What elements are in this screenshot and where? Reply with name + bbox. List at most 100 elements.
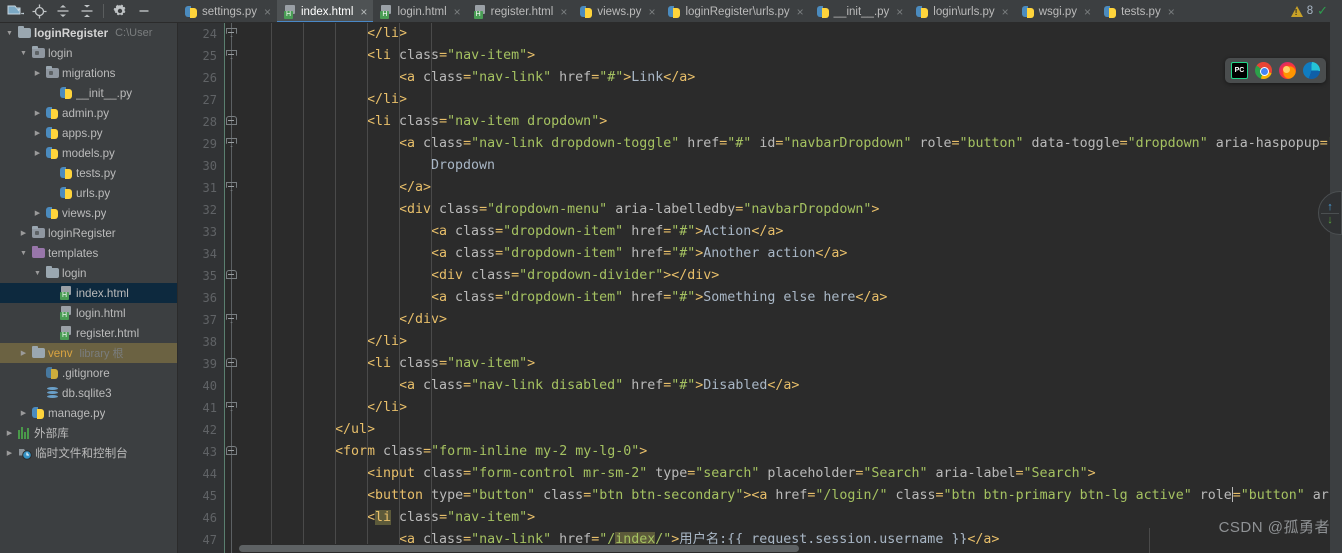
tree-item--gitignore[interactable]: ▶.gitignore [0, 363, 177, 383]
fold-region-end-icon[interactable] [226, 50, 237, 61]
editor-tab-login-html[interactable]: login.html × [373, 0, 466, 22]
inspection-status[interactable]: 8 ✓ [1290, 3, 1328, 19]
fold-region-end-icon[interactable] [226, 314, 237, 325]
code-line[interactable]: <div class="dropdown-menu" aria-labelled… [399, 199, 879, 221]
code-folding-strip[interactable] [225, 23, 239, 553]
tree-item-index-html[interactable]: ▶index.html [0, 283, 177, 303]
pycharm-preview-icon[interactable]: PC [1231, 62, 1248, 79]
code-line[interactable]: <li class="nav-item"> [367, 507, 535, 529]
fold-region-start-icon[interactable] [226, 270, 237, 281]
collapse-all-icon[interactable] [76, 1, 98, 22]
tree-item-login-html[interactable]: ▶login.html [0, 303, 177, 323]
code-line[interactable]: Dropdown [431, 155, 495, 177]
code-editor[interactable]: 24 25 26 27 28 29 30 31 32 33 34 35 36 37 38 39 40 41 42 43… [178, 23, 1342, 553]
next-error-icon[interactable]: ↓ [1327, 214, 1333, 225]
code-line[interactable]: <form class="form-inline my-2 my-lg-0"> [335, 441, 647, 463]
tree-item-loginregister[interactable]: ▶ loginRegister [0, 223, 177, 243]
chevron-down-icon[interactable]: ▼ [4, 30, 15, 37]
select-opens-file-icon[interactable] [4, 1, 26, 22]
tree-item-manage-py[interactable]: ▶ manage.py [0, 403, 177, 423]
close-icon[interactable]: × [1084, 6, 1091, 18]
code-text-area[interactable]: </li> <li class="nav-item"> <a class="nav-… [239, 23, 1342, 553]
firefox-browser-icon[interactable] [1279, 62, 1296, 79]
edge-browser-icon[interactable] [1303, 62, 1320, 79]
close-icon[interactable]: × [797, 6, 804, 18]
code-line[interactable]: </ul> [335, 419, 375, 441]
code-line[interactable]: </li> [367, 397, 407, 419]
close-icon[interactable]: × [1002, 6, 1009, 18]
editor-tab-__init__-py[interactable]: __init__.py × [810, 0, 910, 22]
code-line[interactable]: </li> [367, 331, 407, 353]
project-tree-panel[interactable]: ▼loginRegisterC:\User▼login▶migrations▶_… [0, 23, 178, 553]
code-line[interactable]: <div class="dropdown-divider"></div> [431, 265, 719, 287]
tree-item-admin-py[interactable]: ▶ admin.py [0, 103, 177, 123]
tree-item-apps-py[interactable]: ▶ apps.py [0, 123, 177, 143]
scroll-from-source-icon[interactable] [28, 1, 50, 22]
chevron-down-icon[interactable]: ▼ [32, 270, 43, 277]
code-line[interactable]: <li class="nav-item"> [367, 45, 535, 67]
chevron-right-icon[interactable]: ▶ [32, 110, 43, 117]
hide-panel-icon[interactable] [133, 1, 155, 22]
close-icon[interactable]: × [560, 6, 567, 18]
editor-tab-register-html[interactable]: register.html × [467, 0, 574, 22]
tree-item-venv[interactable]: ▶ venv library 根 [0, 343, 177, 363]
tree-item-views-py[interactable]: ▶ views.py [0, 203, 177, 223]
code-line[interactable]: <button type="button" class="btn btn-sec… [367, 485, 1342, 507]
horizontal-scrollbar[interactable] [239, 544, 1330, 553]
chevron-right-icon[interactable]: ▶ [4, 450, 15, 457]
chevron-right-icon[interactable]: ▶ [18, 410, 29, 417]
editor-tab-settings-py[interactable]: settings.py × [178, 0, 277, 22]
code-line[interactable]: <a class="dropdown-item" href="#">Action… [431, 221, 783, 243]
close-icon[interactable]: × [264, 6, 271, 18]
fold-region-end-icon[interactable] [226, 182, 237, 193]
code-line[interactable]: </li> [367, 23, 407, 45]
chevron-right-icon[interactable]: ▶ [18, 350, 29, 357]
editor-tab-index-html[interactable]: index.html × [277, 0, 374, 22]
horizontal-scrollbar-thumb[interactable] [239, 545, 799, 552]
chevron-right-icon[interactable]: ▶ [18, 230, 29, 237]
chevron-right-icon[interactable]: ▶ [32, 130, 43, 137]
chevron-right-icon[interactable]: ▶ [32, 150, 43, 157]
code-line[interactable]: </div> [399, 309, 447, 331]
code-line[interactable]: <a class="nav-link" href="#">Link</a> [399, 67, 695, 89]
settings-gear-icon[interactable] [109, 1, 131, 22]
chevron-right-icon[interactable]: ▶ [32, 210, 43, 217]
chevron-down-icon[interactable]: ▼ [18, 50, 29, 57]
code-line[interactable]: </li> [367, 89, 407, 111]
fold-region-start-icon[interactable] [226, 358, 237, 369]
tree-item-login[interactable]: ▼ login [0, 263, 177, 283]
tree-item-外部库[interactable]: ▶ 外部库 [0, 423, 177, 443]
chevron-right-icon[interactable]: ▶ [4, 430, 15, 437]
tree-item-register-html[interactable]: ▶register.html [0, 323, 177, 343]
editor-tab-login-urls-py[interactable]: login\urls.py × [909, 0, 1014, 22]
tree-item-models-py[interactable]: ▶ models.py [0, 143, 177, 163]
code-line[interactable]: <a class="nav-link disabled" href="#">Di… [399, 375, 799, 397]
code-line[interactable]: <input class="form-control mr-sm-2" type… [367, 463, 1096, 485]
fold-region-start-icon[interactable] [226, 116, 237, 127]
close-icon[interactable]: × [648, 6, 655, 18]
fold-region-end-icon[interactable] [226, 402, 237, 413]
fold-region-start-icon[interactable] [226, 446, 237, 457]
tree-item-migrations[interactable]: ▶ migrations [0, 63, 177, 83]
tree-item-db-sqlite3[interactable]: ▶db.sqlite3 [0, 383, 177, 403]
expand-all-icon[interactable] [52, 1, 74, 22]
code-line[interactable]: </a> [399, 177, 431, 199]
code-line[interactable]: <a class="nav-link dropdown-toggle" href… [399, 133, 1342, 155]
editor-tab-tests-py[interactable]: tests.py × [1097, 0, 1181, 22]
editor-tab-wsgi-py[interactable]: wsgi.py × [1015, 0, 1097, 22]
error-marker-strip[interactable] [1330, 0, 1342, 553]
tree-item-loginregister[interactable]: ▼ loginRegister C:\User [0, 23, 177, 43]
tree-item-login[interactable]: ▼ login [0, 43, 177, 63]
code-line[interactable]: <li class="nav-item"> [367, 353, 535, 375]
editor-tab-loginregister-urls-py[interactable]: loginRegister\urls.py × [661, 0, 809, 22]
tree-item-tests-py[interactable]: ▶tests.py [0, 163, 177, 183]
code-line[interactable]: <a class="dropdown-item" href="#">Anothe… [431, 243, 847, 265]
editor-tab-views-py[interactable]: views.py × [573, 0, 661, 22]
close-icon[interactable]: × [896, 6, 903, 18]
previous-error-icon[interactable]: ↑ [1327, 201, 1333, 212]
tree-item-urls-py[interactable]: ▶urls.py [0, 183, 177, 203]
close-icon[interactable]: × [1168, 6, 1175, 18]
chevron-down-icon[interactable]: ▼ [18, 250, 29, 257]
code-line[interactable]: <li class="nav-item dropdown"> [367, 111, 607, 133]
chrome-browser-icon[interactable] [1255, 62, 1272, 79]
